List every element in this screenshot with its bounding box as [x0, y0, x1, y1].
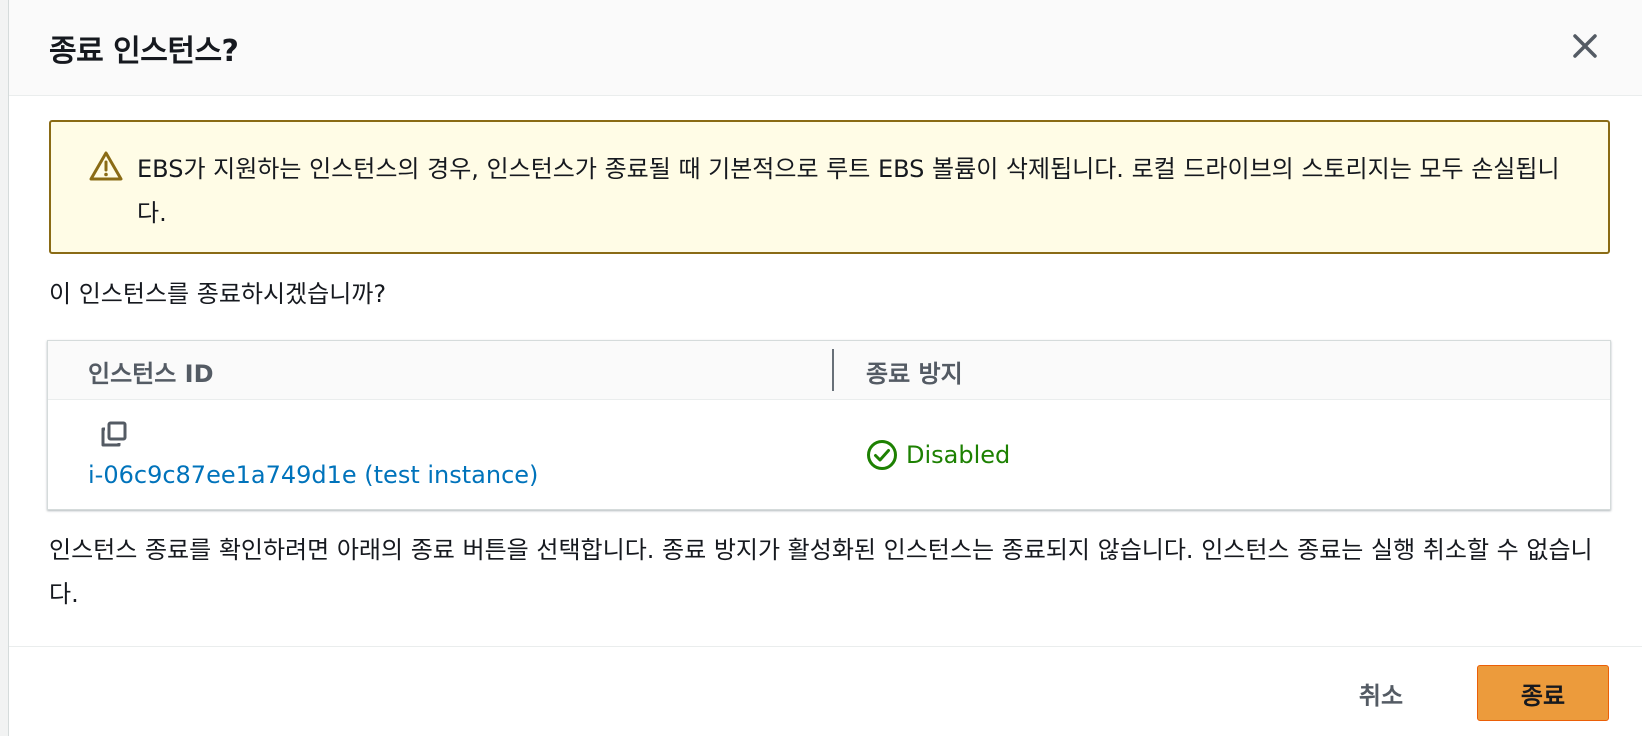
warning-alert-text: EBS가 지원하는 인스턴스의 경우, 인스턴스가 종료될 때 기본적으로 루트… [137, 155, 1560, 227]
instance-id-link[interactable]: i-06c9c87ee1a749d1e (test instance) [88, 461, 538, 489]
termination-info-text: 인스턴스 종료를 확인하려면 아래의 종료 버튼을 선택합니다. 종료 방지가 … [49, 536, 1593, 608]
instances-table: 인스턴스 ID 종료 방지 i-06c9c87ee1a749d1e (test … [47, 340, 1611, 510]
column-header-instance-id: 인스턴스 ID [88, 360, 214, 388]
cancel-button[interactable]: 취소 [1331, 665, 1431, 721]
confirm-question: 이 인스턴스를 종료하시겠습니까? [49, 280, 387, 308]
terminate-button[interactable]: 종료 [1477, 665, 1609, 721]
table-header: 인스턴스 ID 종료 방지 [48, 341, 1610, 400]
termination-protection-status: Disabled [866, 439, 1010, 471]
copy-icon[interactable] [98, 418, 130, 450]
page-background: 종료 인스턴스? EBS가 지원하는 인스턴스의 경우, 인스턴스가 종료될 때… [0, 0, 1642, 736]
modal-footer: 취소 종료 [9, 646, 1642, 736]
column-divider[interactable] [832, 349, 834, 391]
terminate-instance-modal: 종료 인스턴스? EBS가 지원하는 인스턴스의 경우, 인스턴스가 종료될 때… [8, 0, 1642, 736]
close-icon [1573, 34, 1597, 58]
check-circle-icon [866, 439, 898, 471]
status-text: Disabled [906, 441, 1011, 469]
close-button[interactable] [1567, 28, 1603, 64]
column-header-termination-protection: 종료 방지 [866, 360, 963, 388]
modal-title: 종료 인스턴스? [49, 34, 239, 69]
modal-header: 종료 인스턴스? [9, 0, 1642, 96]
warning-alert: EBS가 지원하는 인스턴스의 경우, 인스턴스가 종료될 때 기본적으로 루트… [49, 120, 1610, 254]
warning-triangle-icon [89, 150, 123, 182]
